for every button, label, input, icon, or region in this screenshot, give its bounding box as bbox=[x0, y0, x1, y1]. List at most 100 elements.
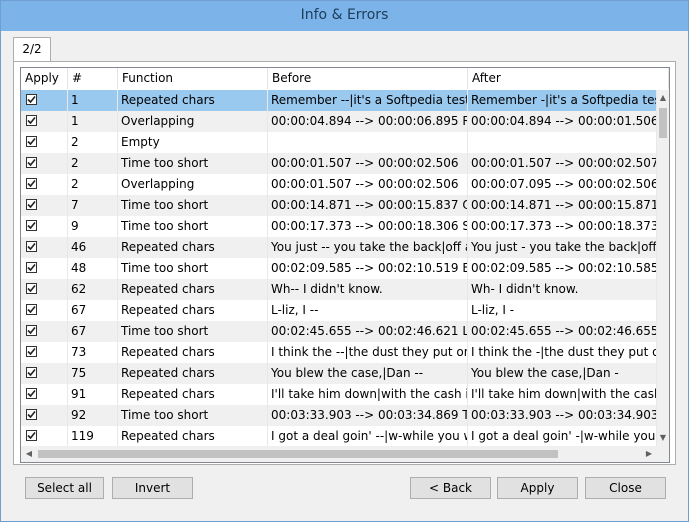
table-row[interactable]: 1 Overlapping 00:00:04.894 --> 00:00:06.89… bbox=[21, 111, 657, 132]
scroll-left-icon[interactable]: ◀ bbox=[21, 446, 37, 462]
horizontal-scrollbar[interactable]: ◀ ▶ bbox=[21, 446, 657, 462]
apply-checkbox[interactable] bbox=[26, 178, 37, 189]
horizontal-scroll-thumb[interactable] bbox=[38, 450, 558, 458]
grid-rows: 1 Repeated chars Remember --|it's a Softpe… bbox=[21, 90, 657, 446]
table-row[interactable]: 1 Repeated chars Remember --|it's a Softpe… bbox=[21, 90, 657, 111]
table-row[interactable]: 2 Time too short 00:00:01.507 --> 00:00:02… bbox=[21, 153, 657, 174]
close-button[interactable]: Close bbox=[585, 477, 666, 499]
back-button[interactable]: < Back bbox=[410, 477, 491, 499]
row-after: You blew the case,|Dan - bbox=[468, 363, 657, 384]
row-function: Repeated chars bbox=[118, 384, 268, 405]
apply-cell bbox=[21, 321, 68, 342]
row-before: 00:00:14.871 --> 00:00:15.837 On the bbox=[268, 195, 468, 216]
apply-cell bbox=[21, 90, 68, 111]
row-after: 00:00:04.894 --> 00:00:01.506 Remember bbox=[468, 111, 657, 132]
vertical-scrollbar[interactable]: ▲ ▼ bbox=[657, 90, 669, 446]
apply-cell bbox=[21, 111, 68, 132]
row-function: Overlapping bbox=[118, 174, 268, 195]
column-header-apply[interactable]: Apply bbox=[21, 68, 68, 89]
apply-checkbox[interactable] bbox=[26, 283, 37, 294]
row-before bbox=[268, 132, 468, 153]
apply-cell bbox=[21, 258, 68, 279]
row-after: 00:02:09.585 --> 00:02:10.585 Bomb bbox=[468, 258, 657, 279]
row-number: 67 bbox=[68, 321, 118, 342]
row-after: I think the -|the dust they put on it bbox=[468, 342, 657, 363]
apply-checkbox[interactable] bbox=[26, 199, 37, 210]
scroll-up-icon[interactable]: ▲ bbox=[657, 90, 669, 106]
apply-cell bbox=[21, 195, 68, 216]
apply-checkbox[interactable] bbox=[26, 367, 37, 378]
apply-button[interactable]: Apply bbox=[497, 477, 578, 499]
row-before: 00:00:01.507 --> 00:00:02.506 bbox=[268, 174, 468, 195]
row-after: 00:00:01.507 --> 00:00:02.507 bbox=[468, 153, 657, 174]
info-errors-window: Info & Errors 2/2 Apply # Function Befor… bbox=[0, 0, 689, 522]
row-before: You blew the case,|Dan -- bbox=[268, 363, 468, 384]
apply-checkbox[interactable] bbox=[26, 346, 37, 357]
apply-checkbox[interactable] bbox=[26, 430, 37, 441]
row-after: Remember -|it's a Softpedia test. bbox=[468, 90, 657, 111]
row-number: 73 bbox=[68, 342, 118, 363]
row-number: 2 bbox=[68, 153, 118, 174]
apply-checkbox[interactable] bbox=[26, 157, 37, 168]
apply-cell bbox=[21, 405, 68, 426]
table-row[interactable]: 75 Repeated chars You blew the case,|Dan -… bbox=[21, 363, 657, 384]
apply-cell bbox=[21, 300, 68, 321]
row-after: 00:00:17.373 --> 00:00:18.373 SOFTPEDIA bbox=[468, 216, 657, 237]
apply-checkbox[interactable] bbox=[26, 388, 37, 399]
table-row[interactable]: 9 Time too short 00:00:17.373 --> 00:00:18… bbox=[21, 216, 657, 237]
apply-checkbox[interactable] bbox=[26, 94, 37, 105]
scroll-down-icon[interactable]: ▼ bbox=[657, 430, 669, 446]
table-row[interactable]: 119 Repeated chars I got a deal goin' --|w… bbox=[21, 426, 657, 446]
apply-checkbox[interactable] bbox=[26, 325, 37, 336]
row-number: 119 bbox=[68, 426, 118, 446]
row-after: 00:02:45.655 --> 00:02:46.655 L-liz, I - bbox=[468, 321, 657, 342]
row-function: Time too short bbox=[118, 258, 268, 279]
apply-checkbox[interactable] bbox=[26, 220, 37, 231]
invert-button[interactable]: Invert bbox=[112, 477, 193, 499]
apply-checkbox[interactable] bbox=[26, 115, 37, 126]
column-header-function[interactable]: Function bbox=[118, 68, 268, 89]
row-after: L-liz, I - bbox=[468, 300, 657, 321]
row-before: 00:02:09.585 --> 00:02:10.519 Bomb bbox=[268, 258, 468, 279]
row-after: 00:00:14.871 --> 00:00:15.871 On the bbox=[468, 195, 657, 216]
row-function: Repeated chars bbox=[118, 237, 268, 258]
table-row[interactable]: 62 Repeated chars Wh-- I didn't know. Wh- I… bbox=[21, 279, 657, 300]
table-row[interactable]: 92 Time too short 00:03:33.903 --> 00:03:3… bbox=[21, 405, 657, 426]
apply-checkbox[interactable] bbox=[26, 241, 37, 252]
row-before: Remember --|it's a Softpedia test. bbox=[268, 90, 468, 111]
tab-page-2[interactable]: 2/2 bbox=[13, 37, 51, 62]
apply-checkbox[interactable] bbox=[26, 136, 37, 147]
row-after: You just - you take the back|off a truck bbox=[468, 237, 657, 258]
row-before: 00:00:17.373 --> 00:00:18.306 SOFTPEDIA bbox=[268, 216, 468, 237]
apply-checkbox[interactable] bbox=[26, 409, 37, 420]
row-function: Time too short bbox=[118, 321, 268, 342]
column-header-number[interactable]: # bbox=[68, 68, 118, 89]
table-row[interactable]: 2 Overlapping 00:00:01.507 --> 00:00:02.50… bbox=[21, 174, 657, 195]
grid-header: Apply # Function Before After bbox=[21, 68, 669, 91]
table-row[interactable]: 73 Repeated chars I think the --|the dust … bbox=[21, 342, 657, 363]
vertical-scroll-thumb[interactable] bbox=[659, 108, 667, 138]
row-number: 75 bbox=[68, 363, 118, 384]
row-before: 00:02:45.655 --> 00:02:46.621 L-liz, I -… bbox=[268, 321, 468, 342]
select-all-button[interactable]: Select all bbox=[25, 477, 104, 499]
row-function: Time too short bbox=[118, 195, 268, 216]
scroll-right-icon[interactable]: ▶ bbox=[641, 446, 657, 462]
table-row[interactable]: 46 Repeated chars You just -- you take the… bbox=[21, 237, 657, 258]
apply-checkbox[interactable] bbox=[26, 262, 37, 273]
row-function: Repeated chars bbox=[118, 300, 268, 321]
row-number: 9 bbox=[68, 216, 118, 237]
row-before: 00:00:04.894 --> 00:00:06.895 Remember bbox=[268, 111, 468, 132]
apply-cell bbox=[21, 237, 68, 258]
apply-checkbox[interactable] bbox=[26, 304, 37, 315]
table-row[interactable]: 67 Repeated chars L-liz, I -- L-liz, I - bbox=[21, 300, 657, 321]
apply-cell bbox=[21, 279, 68, 300]
table-row[interactable]: 2 Empty bbox=[21, 132, 657, 153]
row-number: 7 bbox=[68, 195, 118, 216]
table-row[interactable]: 48 Time too short 00:02:09.585 --> 00:02:1… bbox=[21, 258, 657, 279]
column-header-before[interactable]: Before bbox=[268, 68, 468, 89]
table-row[interactable]: 7 Time too short 00:00:14.871 --> 00:00:15… bbox=[21, 195, 657, 216]
column-header-after[interactable]: After bbox=[468, 68, 669, 89]
table-row[interactable]: 67 Time too short 00:02:45.655 --> 00:02:4… bbox=[21, 321, 657, 342]
row-before: I'll take him down|with the cash in... bbox=[268, 384, 468, 405]
table-row[interactable]: 91 Repeated chars I'll take him down|with … bbox=[21, 384, 657, 405]
